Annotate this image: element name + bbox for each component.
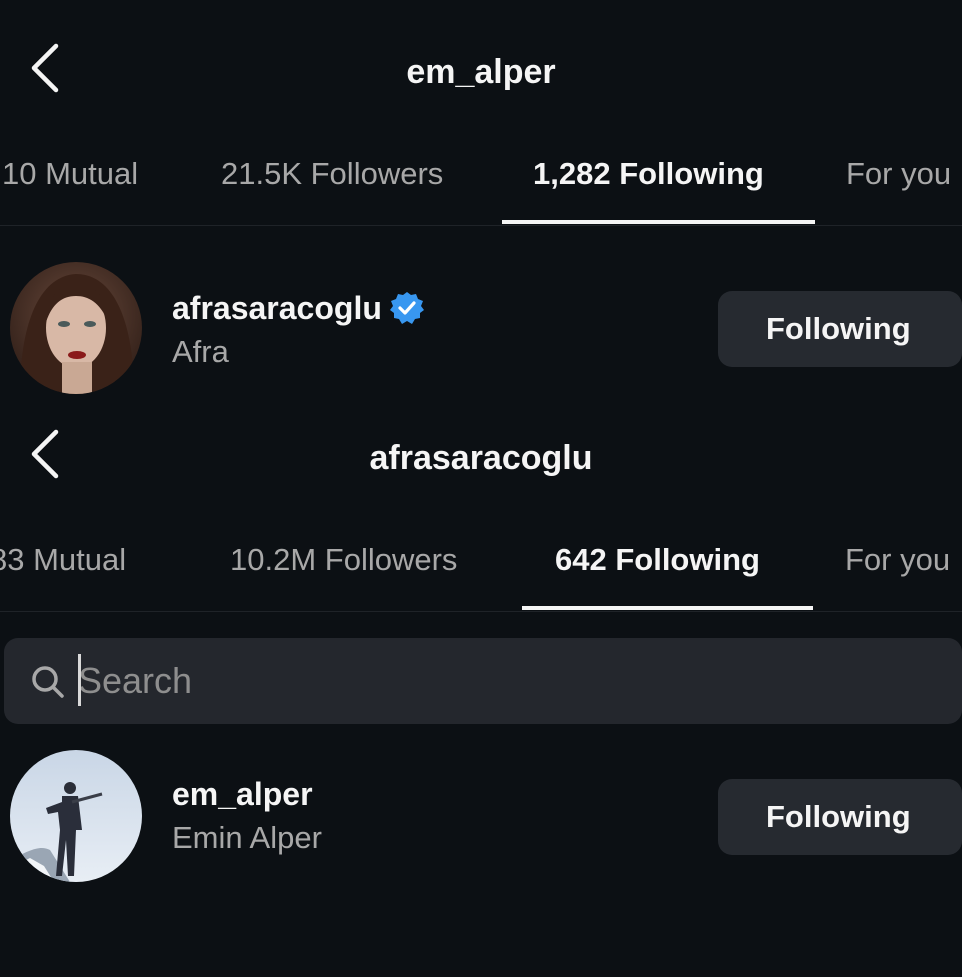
screen2-tabs: 83 Mutual 10.2M Followers 642 Following … [0,526,962,626]
search-icon [32,666,64,698]
active-tab-indicator [522,606,813,610]
full-name: Afra [172,334,229,369]
tab-mutual[interactable]: 10 Mutual [2,154,138,194]
verified-badge-icon [389,291,424,325]
screen1-tabs: 10 Mutual 21.5K Followers 1,282 Followin… [0,140,962,240]
tab-following[interactable]: 642 Following [555,540,760,580]
page-title: afrasaracoglu [369,439,593,477]
text-cursor [78,654,81,706]
tab-followers[interactable]: 10.2M Followers [230,540,457,580]
screen2-header: afrasaracoglu [0,426,962,486]
following-button[interactable]: Following [718,291,962,367]
page-title: em_alper [406,53,556,91]
tab-for-you[interactable]: For you [845,540,950,580]
tab-following[interactable]: 1,282 Following [533,154,764,194]
username[interactable]: afrasaracoglu [172,288,424,328]
avatar[interactable] [10,750,142,882]
full-name: Emin Alper [172,820,322,855]
screen1-header: em_alper [0,40,962,100]
avatar-photo-icon [10,750,142,882]
following-button[interactable]: Following [718,779,962,855]
list-item[interactable]: afrasaracoglu Afra Following [0,262,962,402]
tabs-divider [0,225,962,226]
tab-for-you[interactable]: For you [846,154,951,194]
search-bar[interactable] [4,638,962,724]
list-item[interactable]: em_alper Emin Alper Following [0,750,962,890]
tab-mutual[interactable]: 83 Mutual [0,540,126,580]
avatar[interactable] [10,262,142,394]
tab-followers[interactable]: 21.5K Followers [221,154,443,194]
search-input[interactable] [78,656,778,706]
tabs-divider [0,611,962,612]
page: em_alper 10 Mutual 21.5K Followers 1,282… [0,0,962,977]
username-text: afrasaracoglu [172,290,382,326]
avatar-photo-icon [10,262,142,394]
active-tab-indicator [502,220,815,224]
username[interactable]: em_alper [172,774,313,814]
